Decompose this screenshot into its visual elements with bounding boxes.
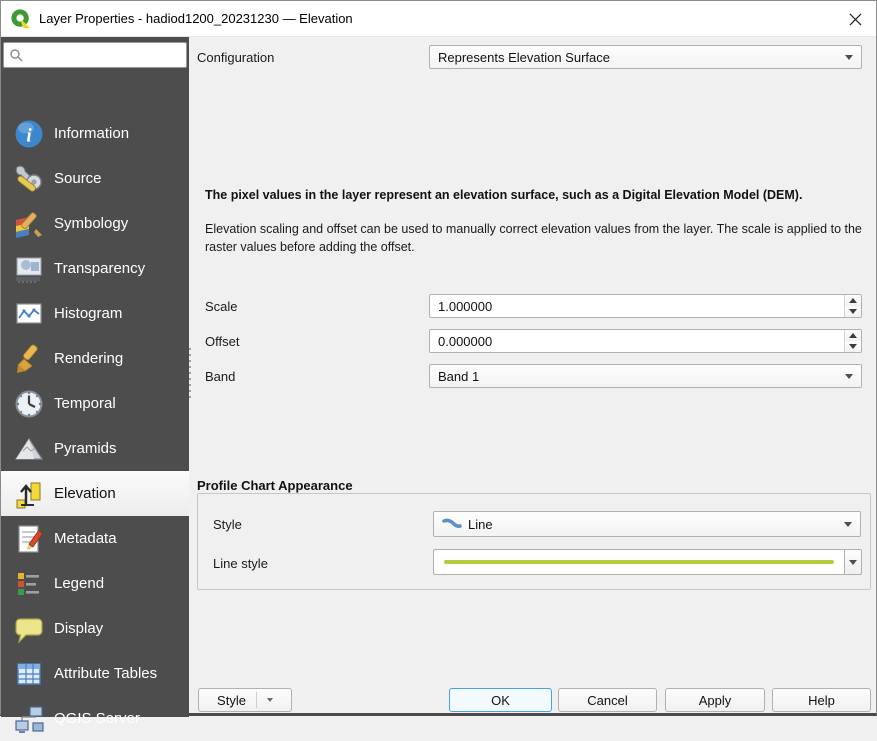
sidebar-item-transparency[interactable]: Transparency (1, 246, 189, 291)
sidebar-item-label: Rendering (54, 350, 124, 367)
sidebar-item-label: Metadata (54, 530, 117, 547)
elevation-panel: Configuration Represents Elevation Surfa… (189, 37, 877, 717)
attribute-tables-icon (13, 658, 45, 690)
sidebar-item-label: Temporal (54, 395, 116, 412)
band-select[interactable]: Band 1 (429, 364, 862, 388)
style-menu-button[interactable]: Style (198, 688, 292, 712)
symbology-icon (13, 208, 45, 240)
spin-down-icon (849, 309, 857, 314)
scale-spin-up-button[interactable] (845, 295, 861, 306)
profile-chart-appearance-heading: Profile Chart Appearance (197, 478, 353, 493)
sidebar-item-label: Legend (54, 575, 105, 592)
transparency-icon (13, 253, 45, 285)
sidebar-item-qgis-server[interactable]: QGIS Server (1, 696, 189, 741)
offset-spin-down-button[interactable] (845, 341, 861, 352)
sidebar-item-rendering[interactable]: Rendering (1, 336, 189, 381)
configuration-select[interactable]: Represents Elevation Surface (429, 45, 862, 69)
configuration-label: Configuration (197, 50, 275, 65)
qgis-server-icon (13, 703, 45, 735)
rendering-icon (13, 343, 45, 375)
chevron-down-icon (844, 522, 852, 527)
sidebar-item-label: Attribute Tables (54, 665, 158, 682)
scale-spinbox[interactable] (429, 294, 862, 318)
chevron-down-icon (266, 698, 273, 702)
button-divider (255, 692, 257, 708)
spin-up-icon (849, 298, 857, 303)
ok-button[interactable]: OK (449, 688, 552, 712)
chevron-down-icon (845, 55, 853, 60)
line-symbol-icon (442, 518, 462, 528)
line-style-preview-button[interactable] (433, 549, 845, 575)
elevation-description-text: Elevation scaling and offset can be used… (205, 222, 862, 255)
elevation-description-bold: The pixel values in the layer represent … (205, 188, 803, 202)
line-style-label: Line style (213, 556, 268, 571)
sidebar-item-display[interactable]: Display (1, 606, 189, 651)
title-bar: Layer Properties - hadiod1200_20231230 —… (1, 1, 876, 37)
sidebar-item-source[interactable]: Source (1, 156, 189, 201)
sidebar-item-label: Histogram (54, 305, 123, 322)
sidebar-item-label: Source (54, 170, 102, 187)
sidebar-item-symbology[interactable]: Symbology (1, 201, 189, 246)
metadata-icon (13, 523, 45, 555)
display-icon (13, 613, 45, 645)
svg-text:i: i (26, 125, 32, 146)
close-button[interactable] (840, 4, 870, 34)
scale-spin-down-button[interactable] (845, 306, 861, 317)
sidebar-item-elevation[interactable]: Elevation (1, 471, 189, 516)
source-icon (13, 163, 45, 195)
sidebar-item-label: Display (54, 620, 104, 637)
sidebar-item-metadata[interactable]: Metadata (1, 516, 189, 561)
offset-spinbox[interactable] (429, 329, 862, 353)
style-label: Style (213, 517, 242, 532)
profile-style-value: Line (468, 516, 493, 532)
chevron-down-icon (849, 559, 857, 565)
elevation-icon (13, 478, 45, 510)
offset-spin-up-button[interactable] (845, 330, 861, 341)
line-style-dropdown-button[interactable] (845, 549, 862, 575)
info-icon: i (13, 118, 45, 150)
sidebar-item-attribute-tables[interactable]: Attribute Tables (1, 651, 189, 696)
profile-chart-appearance-group (197, 493, 871, 590)
line-style-swatch (444, 560, 834, 564)
sidebar-item-label: QGIS Server (54, 710, 140, 727)
apply-button[interactable]: Apply (665, 688, 765, 712)
window-title: Layer Properties - hadiod1200_20231230 —… (39, 11, 353, 26)
spin-down-icon (849, 344, 857, 349)
sidebar-item-temporal[interactable]: Temporal (1, 381, 189, 426)
profile-style-select[interactable]: Line (433, 511, 861, 537)
cancel-button[interactable]: Cancel (558, 688, 657, 712)
sidebar-item-label: Pyramids (54, 440, 117, 457)
scale-input[interactable] (430, 295, 844, 317)
offset-label: Offset (205, 334, 240, 349)
pyramids-icon (13, 433, 45, 465)
style-menu-label: Style (217, 692, 246, 708)
sidebar-item-histogram[interactable]: Histogram (1, 291, 189, 336)
chevron-down-icon (845, 374, 853, 379)
help-button[interactable]: Help (772, 688, 871, 712)
temporal-icon (13, 388, 45, 420)
properties-sidebar: i Information Source Symbology Transpare… (1, 37, 189, 733)
spin-up-icon (849, 333, 857, 338)
scale-label: Scale (205, 299, 238, 314)
offset-input[interactable] (430, 330, 844, 352)
qgis-logo-icon (10, 8, 32, 30)
band-label: Band (205, 369, 236, 384)
sidebar-item-legend[interactable]: Legend (1, 561, 189, 606)
sidebar-item-label: Symbology (54, 215, 129, 232)
histogram-icon (13, 298, 45, 330)
sidebar-item-label: Information (54, 125, 130, 142)
configuration-value: Represents Elevation Surface (438, 49, 610, 65)
search-icon (10, 49, 23, 62)
sidebar-item-information[interactable]: i Information (1, 111, 189, 156)
legend-icon (13, 568, 45, 600)
sidebar-search-input[interactable] (3, 42, 187, 68)
sidebar-item-pyramids[interactable]: Pyramids (1, 426, 189, 471)
sidebar-item-label: Elevation (54, 485, 116, 502)
band-value: Band 1 (438, 368, 480, 384)
sidebar-item-label: Transparency (54, 260, 146, 277)
